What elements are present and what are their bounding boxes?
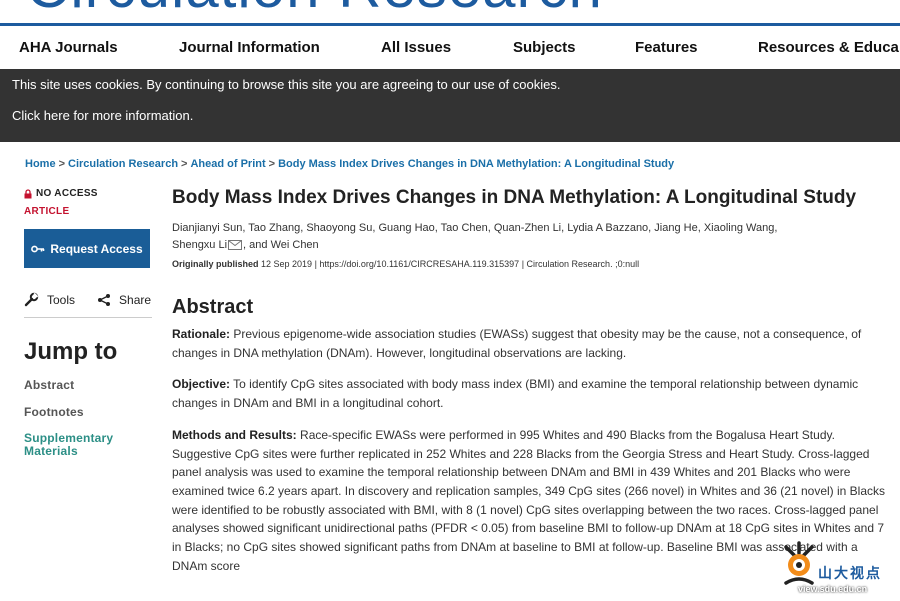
nav-aha-journals[interactable]: AHA Journals bbox=[19, 39, 118, 56]
article-title: Body Mass Index Drives Changes in DNA Me… bbox=[172, 187, 857, 208]
authors-line-1[interactable]: Dianjianyi Sun, Tao Zhang, Shaoyong Su, … bbox=[172, 222, 777, 234]
abstract-heading: Abstract bbox=[172, 296, 254, 318]
journal-masthead[interactable]: Circulation Research bbox=[0, 0, 900, 26]
tools-share-row: Tools Share bbox=[24, 292, 152, 307]
abstract-objective: Objective: To identify CpG sites associa… bbox=[172, 375, 890, 412]
nav-all-issues[interactable]: All Issues bbox=[381, 39, 451, 56]
watermark: 山大视点 view.sdu.edu.cn bbox=[778, 537, 900, 601]
breadcrumb-separator: > bbox=[58, 158, 65, 170]
sidebar-divider bbox=[24, 317, 152, 318]
published-label: Originally published bbox=[172, 259, 259, 269]
key-icon bbox=[31, 245, 45, 252]
authors-line-2-rest[interactable]: , and Wei Chen bbox=[243, 239, 319, 251]
author-list: Dianjianyi Sun, Tao Zhang, Shaoyong Su, … bbox=[172, 220, 832, 253]
share-label: Share bbox=[119, 292, 152, 307]
main-navigation: AHA Journals Journal Information All Iss… bbox=[0, 26, 900, 69]
jump-link-supplementary-materials[interactable]: Supplementary Materials bbox=[24, 432, 152, 458]
jump-link-footnotes[interactable]: Footnotes bbox=[24, 405, 152, 419]
tools-button[interactable]: Tools bbox=[24, 292, 75, 307]
jump-to-list: Abstract Footnotes Supplementary Materia… bbox=[24, 378, 152, 458]
cookie-message: This site uses cookies. By continuing to… bbox=[12, 77, 561, 92]
journal-logo-title[interactable]: Circulation Research bbox=[26, 0, 603, 21]
objective-text: To identify CpG sites associated with bo… bbox=[172, 377, 859, 411]
publication-details: 12 Sep 2019 | https://doi.org/10.1161/CI… bbox=[258, 259, 640, 269]
article-main: Body Mass Index Drives Changes in DNA Me… bbox=[172, 186, 892, 575]
envelope-icon[interactable] bbox=[228, 239, 243, 250]
watermark-logo-icon bbox=[784, 541, 814, 585]
watermark-text: 山大视点 bbox=[818, 565, 882, 581]
request-access-label: Request Access bbox=[50, 241, 143, 256]
breadcrumb-ahead-of-print[interactable]: Ahead of Print bbox=[190, 158, 265, 170]
article-type-label: ARTICLE bbox=[24, 206, 70, 217]
tools-label: Tools bbox=[47, 292, 76, 307]
share-button[interactable]: Share bbox=[97, 293, 151, 307]
breadcrumb-separator: > bbox=[181, 158, 188, 170]
cookie-banner: This site uses cookies. By continuing to… bbox=[0, 69, 900, 142]
nav-resources-education[interactable]: Resources & Educa bbox=[758, 39, 899, 56]
access-status-label: NO ACCESS bbox=[36, 188, 98, 199]
jump-to-heading: Jump to bbox=[24, 338, 118, 365]
rationale-text: Previous epigenome-wide association stud… bbox=[172, 327, 862, 360]
rationale-label: Rationale: bbox=[172, 327, 231, 341]
breadcrumb-separator: > bbox=[268, 158, 276, 170]
watermark-url: view.sdu.edu.cn bbox=[798, 584, 868, 594]
nav-journal-information[interactable]: Journal Information bbox=[179, 39, 320, 56]
nav-features[interactable]: Features bbox=[635, 39, 698, 56]
objective-label: Objective: bbox=[172, 377, 231, 392]
publication-info: Originally published 12 Sep 2019 | https… bbox=[172, 259, 892, 269]
breadcrumb-circulation-research[interactable]: Circulation Research bbox=[68, 158, 178, 170]
jump-link-abstract[interactable]: Abstract bbox=[24, 378, 152, 392]
request-access-button[interactable]: Request Access bbox=[24, 229, 150, 268]
breadcrumb: Home > Circulation Research > Ahead of Print… bbox=[25, 158, 674, 170]
access-status: NO ACCESS bbox=[24, 188, 152, 199]
wrench-icon bbox=[24, 292, 39, 307]
share-icon bbox=[98, 293, 111, 306]
lock-icon bbox=[24, 188, 32, 198]
methods-label: Methods and Results: bbox=[172, 427, 297, 442]
nav-subjects[interactable]: Subjects bbox=[513, 39, 576, 56]
cookie-more-info-link[interactable]: Click here for more information. bbox=[12, 108, 193, 123]
left-sidebar: NO ACCESS ARTICLE Request Access Tools S… bbox=[24, 188, 152, 471]
abstract-rationale: Rationale: Previous epigenome-wide assoc… bbox=[172, 325, 890, 362]
breadcrumb-current-article[interactable]: Body Mass Index Drives Changes in DNA Me… bbox=[278, 158, 674, 170]
author-corresponding[interactable]: Shengxu Li bbox=[172, 239, 227, 251]
breadcrumb-home[interactable]: Home bbox=[25, 158, 56, 170]
